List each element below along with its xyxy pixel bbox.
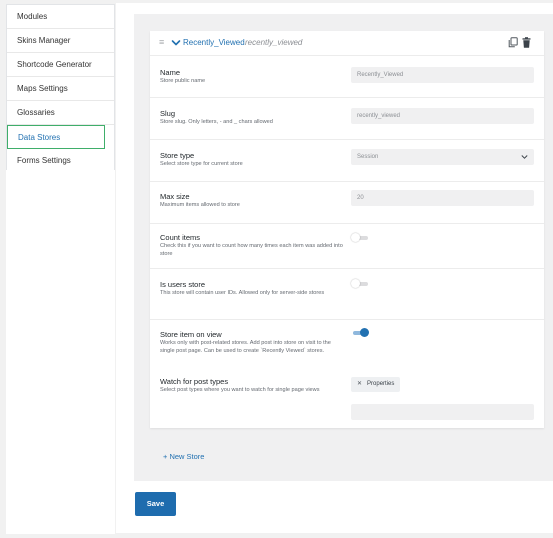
slug-input[interactable]: recently_viewed [351, 108, 534, 124]
toggle-knob [360, 328, 369, 337]
field-desc-max-size: Maximum items allowed to store [160, 202, 240, 208]
field-label-users-store: Is users store [160, 280, 206, 289]
drag-handle-icon[interactable]: ≡ [159, 38, 164, 47]
field-desc-users-store: This store will contain user IDs. Allowe… [160, 290, 325, 296]
field-row-store-on-view: Store item on view Works only with post-… [150, 319, 544, 373]
post-type-chip-label: Properties [367, 381, 395, 387]
store-card: ≡ Recently_Viewed recently_viewed Name S… [150, 31, 544, 428]
name-input[interactable]: Recently_Viewed [351, 67, 534, 83]
sidebar-item-skins-manager[interactable]: Skins Manager [7, 29, 114, 53]
toggle-knob [351, 233, 360, 242]
new-store-link[interactable]: + New Store [163, 452, 204, 461]
field-desc-post-types: Select post types where you want to watc… [160, 387, 320, 393]
field-row-store-type: Store type Select store type for current… [150, 139, 544, 181]
save-button[interactable]: Save [135, 492, 176, 516]
count-items-toggle[interactable] [351, 233, 369, 242]
field-row-name: Name Store public name Recently_Viewed [150, 55, 544, 97]
close-icon[interactable]: ✕ [357, 381, 362, 387]
post-type-chip: ✕ Properties [351, 377, 401, 392]
settings-sidebar: Modules Skins Manager Shortcode Generato… [6, 4, 115, 174]
sidebar-item-data-stores[interactable]: Data Stores [7, 125, 105, 149]
store-title: Recently_Viewed [183, 38, 245, 47]
max-size-input[interactable]: 20 [351, 190, 534, 206]
trash-icon[interactable] [522, 37, 531, 48]
store-type-value: Session [357, 154, 379, 160]
field-row-slug: Slug Store slug. Only letters, - and _ c… [150, 97, 544, 139]
store-slug-label: recently_viewed [245, 38, 303, 47]
field-row-max-size: Max size Maximum items allowed to store … [150, 181, 544, 223]
field-label-max-size: Max size [160, 192, 190, 201]
field-desc-store-on-view: Works only with post-related stores. Add… [160, 340, 331, 354]
toggle-knob [351, 279, 360, 288]
field-desc-slug: Store slug. Only letters, - and _ chars … [160, 119, 273, 125]
field-row-count-items: Count items Check this if you want to co… [150, 223, 544, 268]
field-label-post-types: Watch for post types [160, 377, 229, 386]
field-label-name: Name [160, 68, 181, 77]
store-type-select[interactable]: Session [351, 149, 534, 165]
field-label-store-type: Store type [160, 151, 195, 160]
field-label-store-on-view: Store item on view [160, 330, 222, 339]
sidebar-item-modules[interactable]: Modules [7, 5, 114, 29]
field-desc-store-type: Select store type for current store [160, 161, 243, 167]
store-card-header[interactable]: ≡ Recently_Viewed recently_viewed [150, 31, 544, 55]
store-on-view-toggle[interactable] [351, 328, 369, 337]
sidebar-item-shortcode-generator[interactable]: Shortcode Generator [7, 53, 114, 77]
field-desc-name: Store public name [160, 78, 206, 84]
chevron-down-icon [521, 155, 528, 159]
field-desc-count-items: Check this if you want to count how many… [160, 243, 343, 257]
sidebar-item-maps-settings[interactable]: Maps Settings [7, 77, 114, 101]
post-types-search-input[interactable] [351, 404, 534, 420]
field-label-count-items: Count items [160, 233, 201, 242]
copy-icon[interactable] [508, 37, 518, 48]
sidebar-item-glossaries[interactable]: Glossaries [7, 101, 114, 125]
field-label-slug: Slug [160, 109, 176, 118]
field-row-post-types: Watch for post types Select post types w… [150, 373, 544, 428]
users-store-toggle[interactable] [351, 279, 369, 288]
field-row-users-store: Is users store This store will contain u… [150, 268, 544, 319]
sidebar-background [6, 170, 115, 534]
chevron-down-icon[interactable] [171, 38, 181, 48]
